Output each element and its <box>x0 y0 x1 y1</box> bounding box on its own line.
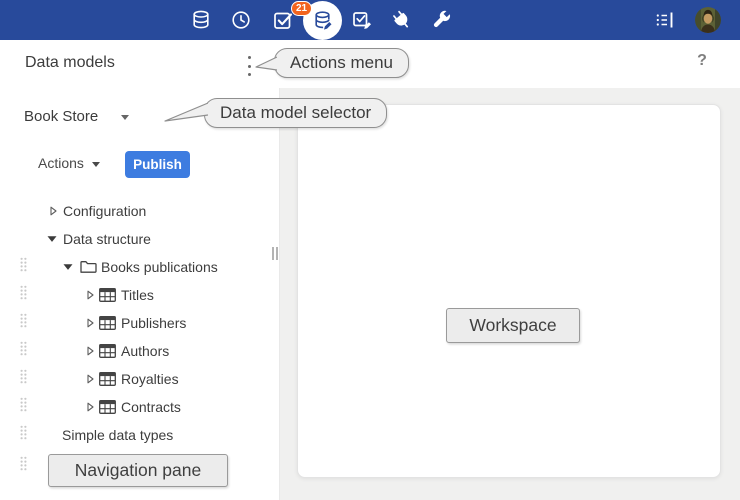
pane-divider <box>279 88 280 500</box>
drag-handle-icon[interactable] <box>20 369 27 389</box>
caret-expanded-icon[interactable] <box>47 236 57 243</box>
tree-item-publishers[interactable]: Publishers <box>0 309 272 337</box>
form-edit-icon[interactable] <box>350 8 374 32</box>
clock-icon[interactable] <box>229 8 253 32</box>
pane-resize-handle[interactable] <box>272 247 278 260</box>
caret-collapsed-icon[interactable] <box>87 402 94 412</box>
table-icon <box>99 344 116 358</box>
tree-item-books-publications[interactable]: Books publications <box>0 253 272 281</box>
drag-handle-icon[interactable] <box>20 397 27 417</box>
table-icon <box>99 316 116 330</box>
caret-collapsed-icon[interactable] <box>87 318 94 328</box>
annotation-navigation-pane: Navigation pane <box>48 454 228 487</box>
table-icon <box>99 288 116 302</box>
caret-expanded-icon[interactable] <box>63 264 73 271</box>
tree-item-label: Simple data types <box>62 427 173 443</box>
annotation-workspace: Workspace <box>446 308 580 343</box>
annotation-actions-menu: Actions menu <box>274 48 409 78</box>
table-icon <box>99 372 116 386</box>
tree-item-simple-data-types[interactable]: Simple data types <box>0 421 272 449</box>
page-title: Data models <box>25 54 115 72</box>
tree-item-authors[interactable]: Authors <box>0 337 272 365</box>
annotation-label: Actions menu <box>290 53 393 73</box>
annotation-label: Navigation pane <box>75 460 201 481</box>
chevron-down-icon <box>121 115 129 120</box>
caret-collapsed-icon[interactable] <box>87 346 94 356</box>
tree-item-label: Royalties <box>121 371 179 387</box>
caret-collapsed-icon[interactable] <box>50 206 57 216</box>
workspace-canvas[interactable] <box>297 104 721 478</box>
drag-handle-icon[interactable] <box>20 341 27 361</box>
chevron-down-icon <box>92 162 100 167</box>
app-window: 21 Data models ? Book Store Actions <box>0 0 740 500</box>
tree-item-label: Data structure <box>63 231 151 247</box>
tree-item-data-structure[interactable]: Data structure <box>0 225 272 253</box>
drag-handle-icon[interactable] <box>20 257 27 277</box>
drag-handle-icon[interactable] <box>20 425 27 445</box>
annotation-label: Data model selector <box>220 103 371 123</box>
actions-label: Actions <box>38 155 84 171</box>
tree-item-label: Authors <box>121 343 169 359</box>
data-model-name: Book Store <box>24 108 98 125</box>
user-avatar[interactable] <box>695 7 721 33</box>
drag-handle-icon[interactable] <box>20 285 27 305</box>
navigation-tree: Configuration Data structure Books publi… <box>0 197 272 449</box>
tree-item-titles[interactable]: Titles <box>0 281 272 309</box>
drag-handle-icon[interactable] <box>20 456 27 476</box>
annotation-data-model-selector: Data model selector <box>204 98 387 128</box>
annotation-label: Workspace <box>469 315 556 336</box>
top-navigation-bar: 21 <box>0 0 740 40</box>
tree-item-label: Contracts <box>121 399 181 415</box>
caret-collapsed-icon[interactable] <box>87 290 94 300</box>
tree-item-contracts[interactable]: Contracts <box>0 393 272 421</box>
table-icon <box>99 400 116 414</box>
data-model-selector-dropdown[interactable]: Book Store <box>24 108 129 125</box>
tree-item-label: Publishers <box>121 315 186 331</box>
help-icon[interactable]: ? <box>694 52 710 70</box>
panel-list-icon[interactable] <box>652 8 676 32</box>
tree-item-label: Books publications <box>101 259 218 275</box>
drag-handle-icon[interactable] <box>20 313 27 333</box>
publish-button[interactable]: Publish <box>125 151 190 178</box>
tools-wrench-icon[interactable] <box>429 8 453 32</box>
tree-item-label: Titles <box>121 287 154 303</box>
tree-item-label: Configuration <box>63 203 146 219</box>
actions-dropdown-button[interactable]: Actions <box>38 155 100 171</box>
tree-item-configuration[interactable]: Configuration <box>0 197 272 225</box>
caret-collapsed-icon[interactable] <box>87 374 94 384</box>
actions-kebab-menu-icon[interactable] <box>243 56 255 76</box>
folder-icon <box>80 260 97 274</box>
notification-badge: 21 <box>291 1 312 16</box>
database-icon[interactable] <box>189 8 213 32</box>
integrations-plug-icon[interactable] <box>384 3 418 37</box>
tree-item-royalties[interactable]: Royalties <box>0 365 272 393</box>
